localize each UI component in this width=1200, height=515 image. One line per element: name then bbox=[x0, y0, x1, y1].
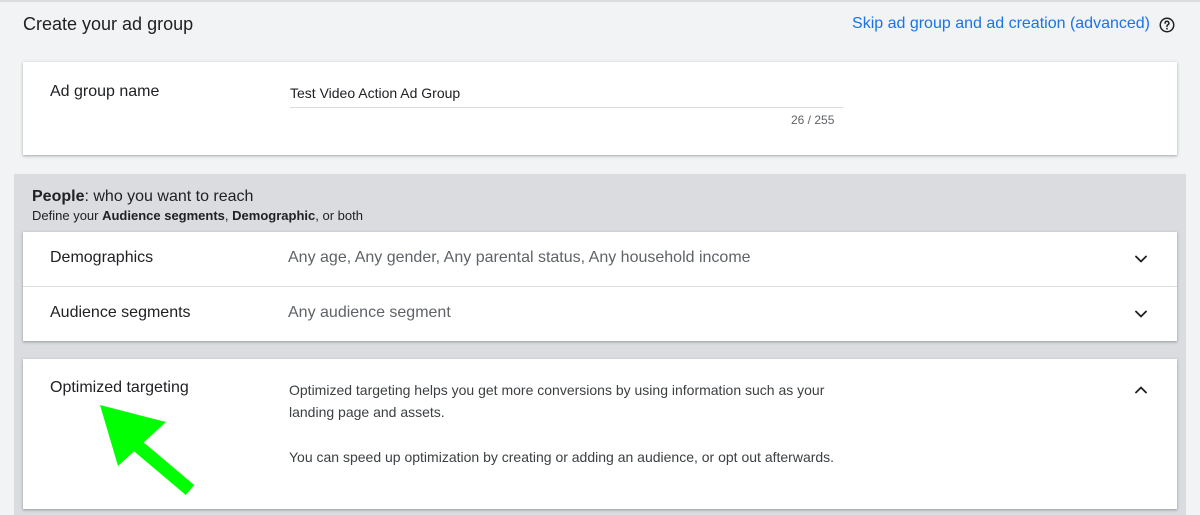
optimized-targeting-description: Optimized targeting helps you get more c… bbox=[289, 379, 849, 491]
audience-segments-label: Audience segments bbox=[50, 304, 191, 321]
optimized-paragraph-2: You can speed up optimization by creatin… bbox=[289, 449, 835, 465]
demographics-label: Demographics bbox=[50, 249, 154, 266]
chevron-down-icon[interactable] bbox=[1131, 249, 1151, 269]
people-sub-bold-audience: Audience segments bbox=[102, 208, 225, 223]
ad-group-name-label: Ad group name bbox=[50, 83, 160, 100]
green-arrow-annotation-icon bbox=[100, 405, 195, 495]
chevron-up-icon[interactable] bbox=[1131, 380, 1151, 400]
people-sub-suffix: , or both bbox=[315, 208, 363, 223]
people-title-rest: : who you want to reach bbox=[84, 188, 254, 205]
ad-group-name-input[interactable] bbox=[290, 79, 843, 108]
help-circle-icon[interactable] bbox=[1158, 16, 1176, 34]
people-subtitle: Define your Audience segments, Demograph… bbox=[32, 208, 363, 223]
page-title: Create your ad group bbox=[23, 14, 194, 34]
people-sub-bold-demographic: Demographic bbox=[232, 208, 316, 223]
demographics-row[interactable]: Demographics Any age, Any gender, Any pa… bbox=[23, 232, 1177, 286]
demographics-summary: Any age, Any gender, Any parental status… bbox=[288, 249, 751, 266]
optimized-paragraph-1: Optimized targeting helps you get more c… bbox=[289, 382, 825, 420]
audience-segments-row[interactable]: Audience segments Any audience segment bbox=[23, 286, 1177, 341]
targeting-rows-card: Demographics Any age, Any gender, Any pa… bbox=[23, 232, 1177, 341]
ad-group-name-card: Ad group name 26 / 255 bbox=[23, 62, 1177, 155]
skip-ad-group-link[interactable]: Skip ad group and ad creation (advanced) bbox=[852, 15, 1150, 33]
audience-segments-summary: Any audience segment bbox=[288, 304, 451, 321]
people-title: People: who you want to reach bbox=[32, 188, 253, 206]
optimized-targeting-label: Optimized targeting bbox=[50, 379, 189, 396]
people-sub-prefix: Define your bbox=[32, 208, 103, 223]
page-header: Create your ad group Skip ad group and a… bbox=[0, 2, 1200, 46]
chevron-down-icon[interactable] bbox=[1131, 304, 1151, 324]
character-count: 26 / 255 bbox=[791, 113, 835, 127]
people-title-bold: People bbox=[32, 188, 85, 205]
